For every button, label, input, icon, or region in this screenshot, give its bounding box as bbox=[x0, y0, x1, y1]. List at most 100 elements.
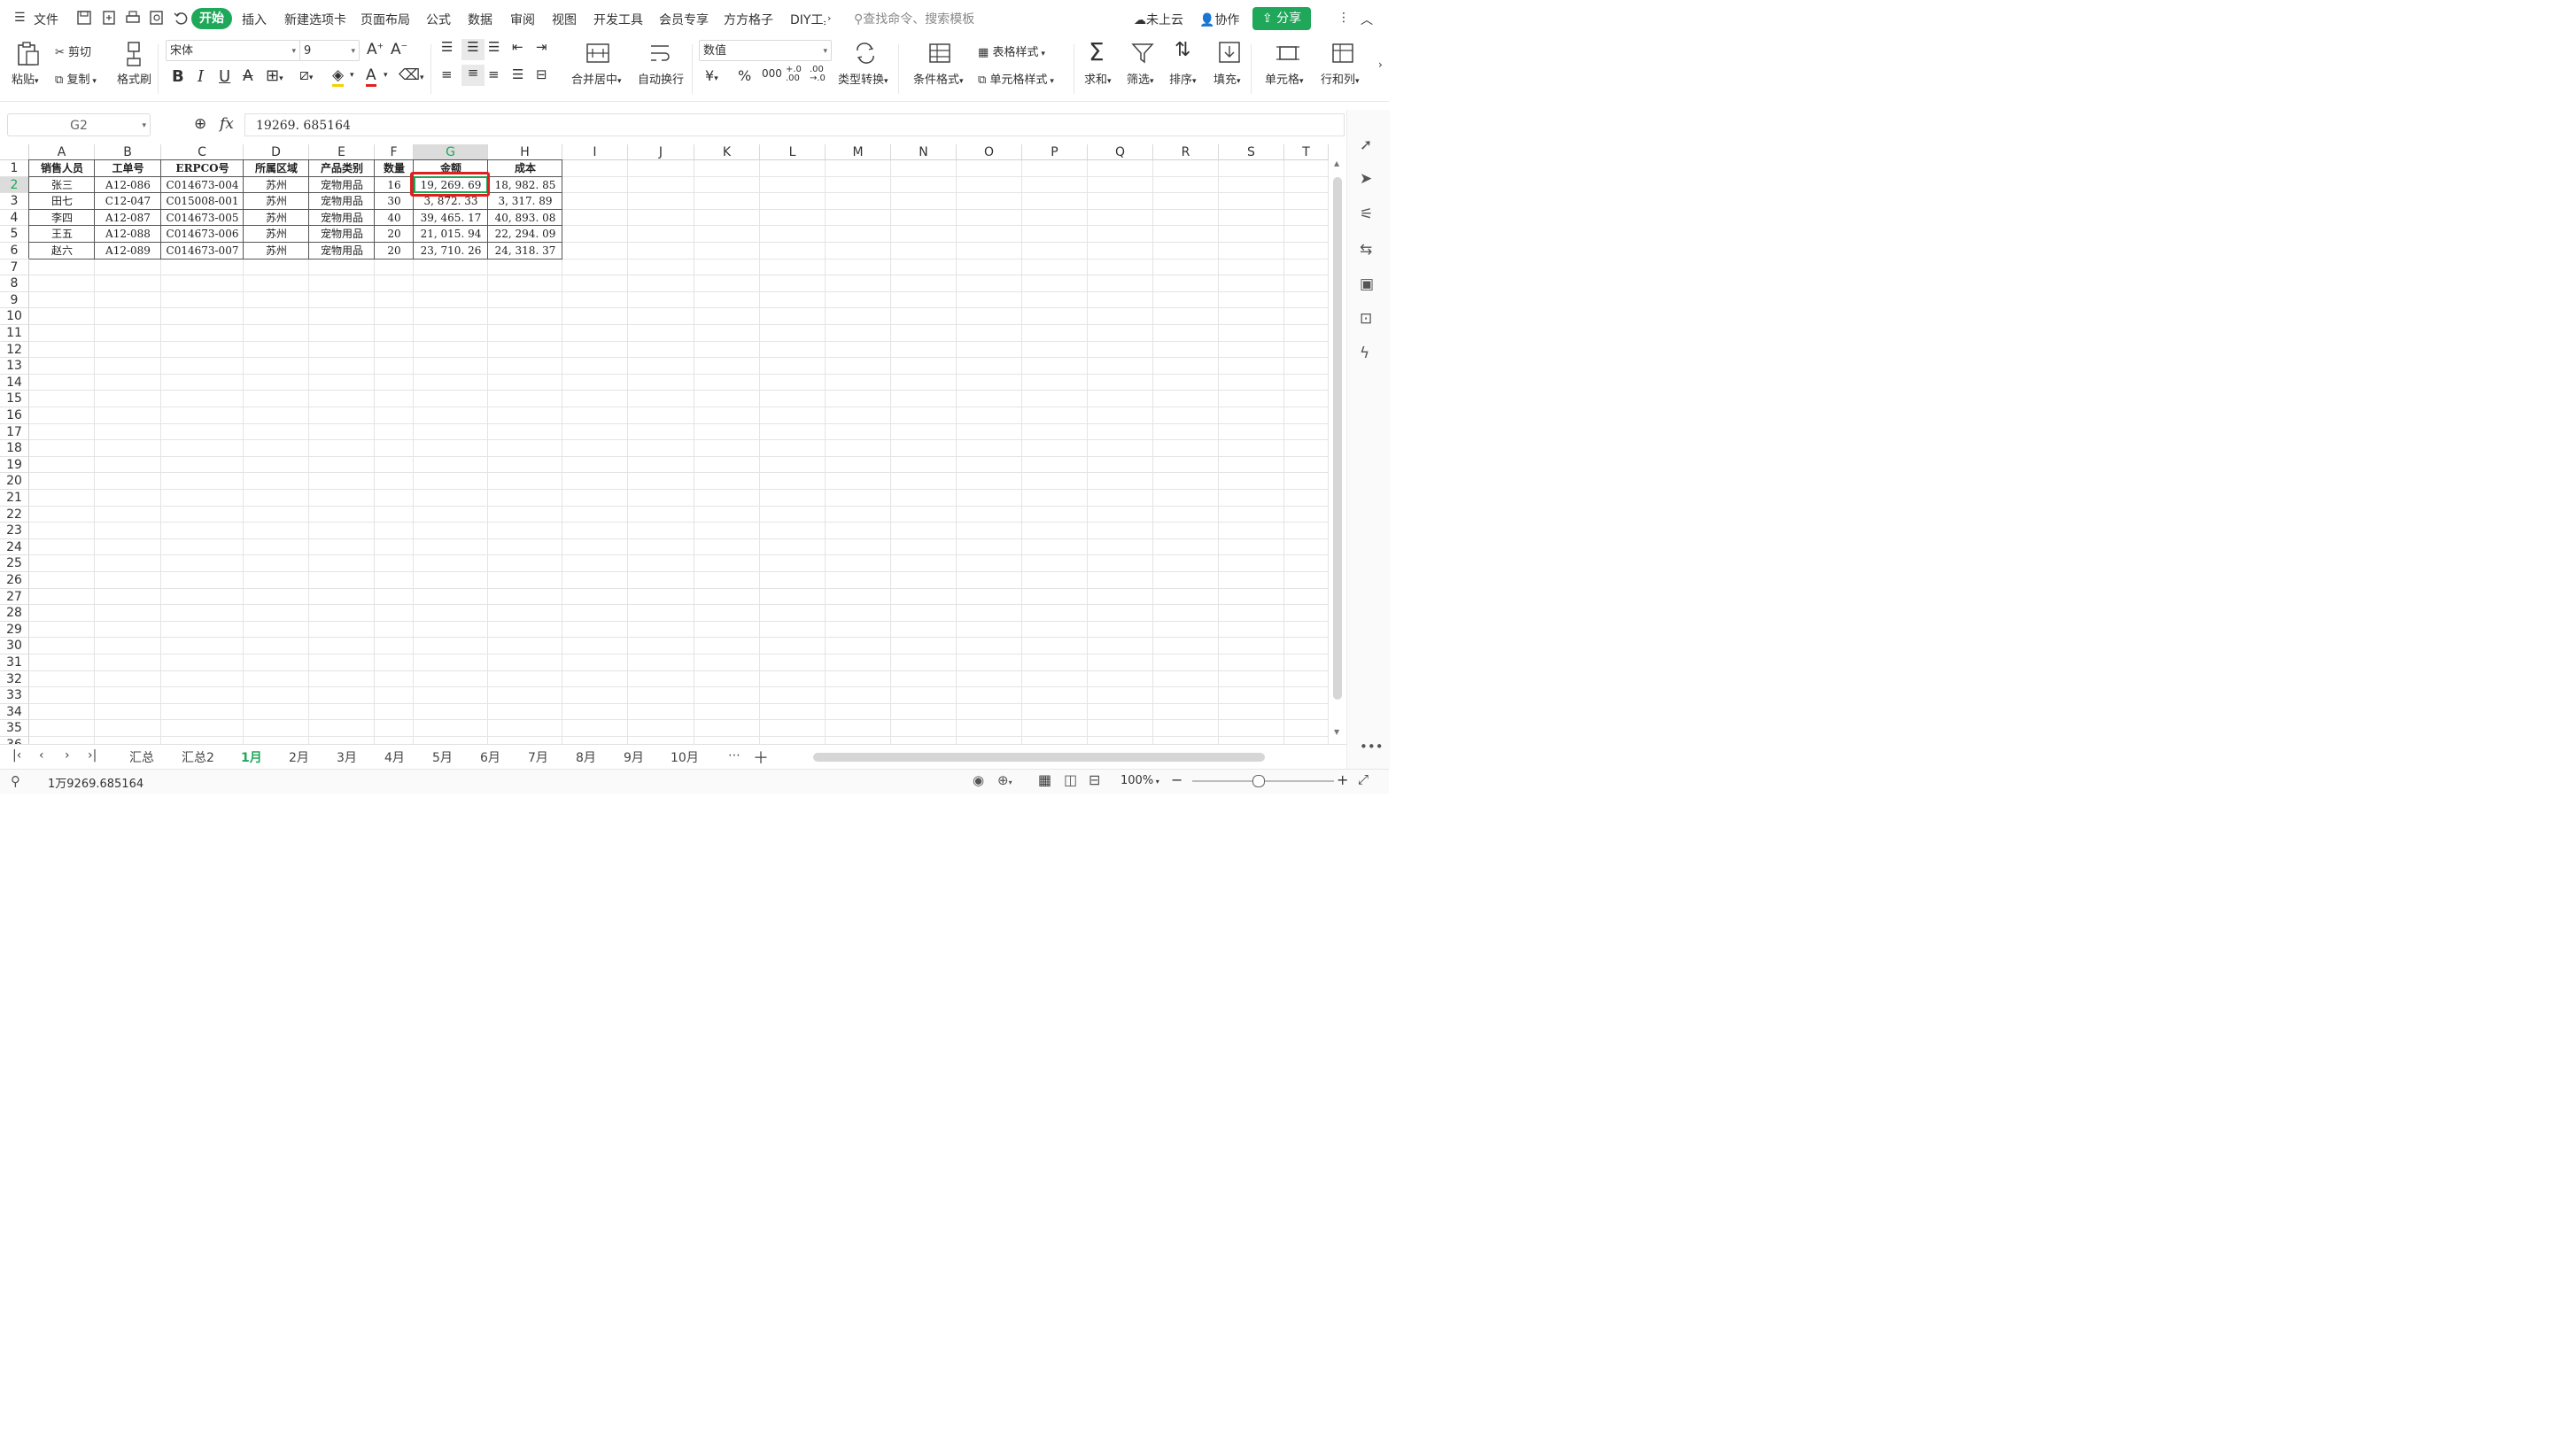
cursor-icon[interactable]: ➤ bbox=[1360, 170, 1372, 188]
table-cell[interactable]: 苏州 bbox=[244, 226, 309, 243]
column-header[interactable]: F bbox=[375, 144, 414, 160]
row-header[interactable]: 7 bbox=[0, 259, 29, 276]
column-header[interactable]: H bbox=[488, 144, 562, 160]
justify-icon[interactable]: ☰ bbox=[512, 66, 523, 82]
row-header[interactable]: 27 bbox=[0, 588, 29, 606]
column-header[interactable]: O bbox=[957, 144, 1022, 160]
zoom-in-icon[interactable]: + bbox=[1337, 771, 1348, 788]
more-dots-icon[interactable]: ••• bbox=[1360, 739, 1384, 755]
row-col-button[interactable]: 行和列▾ bbox=[1321, 70, 1360, 87]
collab-button[interactable]: 👤协作 bbox=[1199, 11, 1239, 28]
sheet-tab[interactable]: 5月 bbox=[432, 748, 453, 766]
table-cell[interactable]: C014673-007 bbox=[161, 243, 244, 259]
row-header[interactable]: 24 bbox=[0, 538, 29, 556]
font-name-select[interactable]: 宋体 ▾ bbox=[166, 40, 300, 61]
type-convert-icon[interactable] bbox=[853, 43, 878, 64]
search-box[interactable]: ⚲查找命令、搜索模板 bbox=[854, 10, 974, 27]
row-header[interactable]: 18 bbox=[0, 440, 29, 457]
align-left-icon[interactable]: ≡ bbox=[441, 66, 453, 82]
align-middle-icon[interactable]: ☰ bbox=[461, 39, 485, 60]
column-header[interactable]: E bbox=[309, 144, 375, 160]
normal-view-icon[interactable]: ▦ bbox=[1038, 771, 1051, 788]
table-header-cell[interactable]: 数量 bbox=[375, 160, 414, 177]
sum-icon[interactable]: Σ bbox=[1089, 37, 1105, 66]
align-right-icon[interactable]: ≡ bbox=[488, 66, 500, 82]
column-header[interactable]: I bbox=[562, 144, 628, 160]
row-header[interactable]: 36 bbox=[0, 737, 29, 744]
sheet-tab[interactable]: 2月 bbox=[289, 748, 309, 766]
underline-icon[interactable]: U bbox=[219, 67, 230, 86]
align-top-icon[interactable]: ☰ bbox=[441, 39, 453, 55]
row-header[interactable]: 21 bbox=[0, 490, 29, 507]
table-cell[interactable]: 宠物用品 bbox=[309, 193, 375, 210]
row-header[interactable]: 11 bbox=[0, 325, 29, 342]
table-cell[interactable]: 宠物用品 bbox=[309, 177, 375, 194]
table-header-cell[interactable]: 销售人员 bbox=[29, 160, 95, 177]
sheet-tab[interactable]: 3月 bbox=[337, 748, 357, 766]
sheet-tab[interactable]: 4月 bbox=[384, 748, 405, 766]
tab-ffgz[interactable]: 方方格子 bbox=[724, 11, 773, 28]
eraser-icon[interactable]: ⌫▾ bbox=[399, 66, 424, 84]
scroll-up-icon[interactable]: ▲ bbox=[1334, 159, 1339, 167]
table-cell[interactable]: 20 bbox=[375, 243, 414, 259]
tab-page-layout[interactable]: 页面布局 bbox=[361, 11, 410, 28]
row-header[interactable]: 5 bbox=[0, 226, 29, 243]
tab-formulas[interactable]: 公式 bbox=[426, 11, 451, 28]
row-header[interactable]: 15 bbox=[0, 391, 29, 407]
fx-icon[interactable]: fx bbox=[220, 115, 234, 133]
conditional-format-icon[interactable] bbox=[927, 43, 952, 64]
image-edit-icon[interactable]: ▣ bbox=[1360, 275, 1374, 293]
vertical-scroll-thumb[interactable] bbox=[1333, 177, 1342, 700]
table-header-cell[interactable]: 产品类别 bbox=[309, 160, 375, 177]
table-style-button[interactable]: ▦ 表格样式 ▾ bbox=[978, 43, 1045, 59]
table-cell[interactable]: 16 bbox=[375, 177, 414, 194]
font-color-icon[interactable]: A bbox=[366, 66, 376, 87]
page-layout-view-icon[interactable]: ◫ bbox=[1064, 771, 1077, 788]
row-header[interactable]: 8 bbox=[0, 275, 29, 292]
sheet-tab[interactable]: 汇总2 bbox=[182, 748, 214, 766]
column-header[interactable]: B bbox=[95, 144, 161, 160]
zoom-out-icon[interactable]: − bbox=[1171, 771, 1182, 788]
tab-view[interactable]: 视图 bbox=[552, 11, 577, 28]
first-sheet-icon[interactable]: |‹ bbox=[12, 748, 21, 763]
tab-new-tab[interactable]: 新建选项卡 bbox=[284, 11, 346, 28]
column-header[interactable]: S bbox=[1219, 144, 1284, 160]
fill-color-icon[interactable]: ◈ bbox=[332, 66, 345, 87]
prev-sheet-icon[interactable]: ‹ bbox=[39, 748, 44, 763]
format-painter-icon[interactable] bbox=[124, 41, 143, 67]
cell-icon[interactable] bbox=[1276, 43, 1300, 64]
table-cell[interactable]: 22, 294. 09 bbox=[488, 226, 562, 243]
tab-review[interactable]: 审阅 bbox=[510, 11, 535, 28]
row-header[interactable]: 3 bbox=[0, 193, 29, 210]
table-header-cell[interactable]: 工单号 bbox=[95, 160, 161, 177]
cloud-status[interactable]: ☁未上云 bbox=[1134, 11, 1183, 28]
table-cell[interactable]: 张三 bbox=[29, 177, 95, 194]
number-format-select[interactable]: 数值 ▾ bbox=[699, 40, 832, 61]
merge-center-icon[interactable] bbox=[585, 43, 610, 64]
align-center-icon[interactable]: ≡ bbox=[461, 65, 485, 86]
column-header[interactable]: D bbox=[244, 144, 309, 160]
wrap-text-button[interactable]: 自动换行 bbox=[638, 70, 684, 87]
row-header[interactable]: 10 bbox=[0, 308, 29, 325]
border-icon[interactable]: ⊞▾ bbox=[266, 66, 283, 85]
sheet-tab[interactable]: 9月 bbox=[624, 748, 644, 766]
print-preview-icon[interactable] bbox=[149, 10, 165, 26]
merge-center-button[interactable]: 合并居中▾ bbox=[571, 70, 622, 87]
table-cell[interactable]: C014673-005 bbox=[161, 210, 244, 227]
sheet-tab[interactable]: 7月 bbox=[528, 748, 548, 766]
format-painter-button[interactable]: 格式刷 bbox=[117, 70, 151, 87]
increase-decimal-icon[interactable]: +.0.00 bbox=[786, 66, 802, 83]
currency-icon[interactable]: ¥▾ bbox=[705, 67, 718, 84]
thousands-icon[interactable]: 000 bbox=[762, 67, 782, 80]
tab-data[interactable]: 数据 bbox=[468, 11, 492, 28]
table-cell[interactable]: C014673-004 bbox=[161, 177, 244, 194]
table-cell[interactable]: 18, 982. 85 bbox=[488, 177, 562, 194]
row-header[interactable]: 34 bbox=[0, 703, 29, 721]
table-cell[interactable]: 苏州 bbox=[244, 243, 309, 259]
zoom-level[interactable]: 100% ▾ bbox=[1120, 774, 1159, 787]
hamburger-icon[interactable]: ☰ bbox=[14, 11, 26, 25]
sheet-tab[interactable]: 6月 bbox=[480, 748, 500, 766]
row-header[interactable]: 2 bbox=[0, 176, 29, 194]
collapse-ribbon-icon[interactable]: ︿ bbox=[1361, 11, 1373, 28]
chevron-down-icon[interactable]: ▾ bbox=[350, 71, 354, 80]
